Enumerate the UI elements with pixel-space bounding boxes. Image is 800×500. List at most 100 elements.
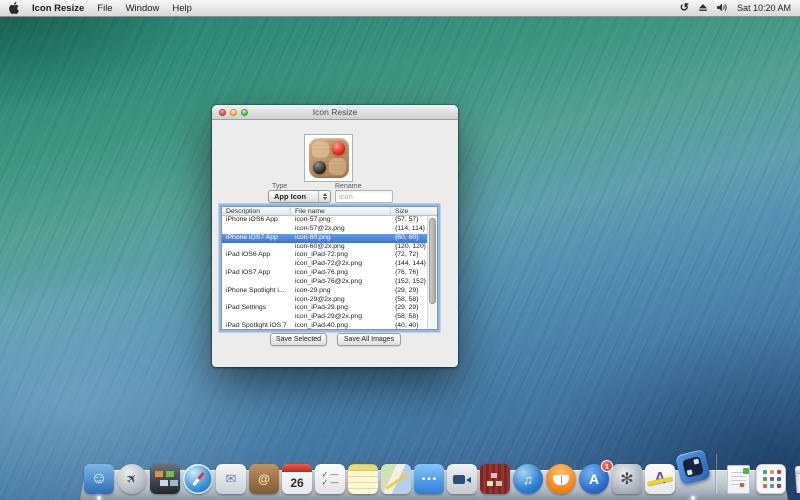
- row-filename: icon-60@2x.png: [291, 243, 391, 252]
- documents-stack-dock-icon[interactable]: [723, 464, 753, 494]
- contacts-dock-icon[interactable]: @: [249, 464, 279, 494]
- app-store-dock-icon[interactable]: A1: [579, 464, 609, 494]
- zoom-button[interactable]: [241, 109, 248, 116]
- messages-dock-icon[interactable]: …: [414, 464, 444, 494]
- row-filename: icon_iPad-72.png: [291, 251, 391, 260]
- table-row[interactable]: icon_iPad-76@2x.png{152, 152}: [222, 278, 427, 287]
- facetime-dock-icon[interactable]: [447, 464, 477, 494]
- menu-help[interactable]: Help: [172, 3, 192, 14]
- row-description: iPhone iOS7 App: [222, 234, 291, 243]
- mail-glyph: ✉: [216, 464, 246, 494]
- volume-icon[interactable]: [717, 3, 728, 14]
- file-table-body: iPhone iOS6 Appicon-57.png{57, 57}icon-5…: [222, 216, 427, 329]
- launchpad-glyph: ✈: [111, 458, 153, 500]
- icon-resize-dock-icon[interactable]: [678, 464, 708, 494]
- notes-dock-icon[interactable]: [348, 464, 378, 494]
- checkers-app-icon-preview: [309, 138, 349, 178]
- column-header-filename[interactable]: File name: [291, 207, 391, 216]
- row-description: iPad iOS6 App: [222, 251, 291, 260]
- table-row[interactable]: iPhone iOS6 Appicon-57.png{57, 57}: [222, 216, 427, 225]
- itunes-dock-icon[interactable]: ♫: [513, 464, 543, 494]
- red-checker-piece: [332, 142, 345, 155]
- close-button[interactable]: [219, 109, 226, 116]
- time-machine-icon[interactable]: ↺: [680, 3, 689, 13]
- dock: ☺✈ ✉@26✓ — ✓ — … ♫ A1✻A: [84, 454, 800, 494]
- ibooks-glyph: [546, 464, 576, 494]
- mail-dock-icon[interactable]: ✉: [216, 464, 246, 494]
- table-row[interactable]: iPad Settingsicon_iPad-29.png{29, 29}: [222, 304, 427, 313]
- menu-bar-status: ↺ Sat 10:20 AM: [680, 3, 791, 14]
- column-header-description[interactable]: Description: [222, 207, 291, 216]
- rename-input[interactable]: [335, 190, 393, 203]
- row-filename: icon-60.png: [291, 234, 391, 243]
- reminders-dock-icon[interactable]: ✓ — ✓ —: [315, 464, 345, 494]
- row-description: [222, 278, 291, 287]
- photo-booth-dock-icon[interactable]: [480, 464, 510, 494]
- menu-bar-clock[interactable]: Sat 10:20 AM: [737, 3, 791, 13]
- documents-stack-glyph: [723, 464, 753, 494]
- type-label: Type: [272, 183, 287, 190]
- row-filename: icon_iPad-29@2x.png: [291, 313, 391, 322]
- ibooks-dock-icon[interactable]: [546, 464, 576, 494]
- facetime-glyph: [447, 464, 477, 494]
- row-filename: icon_iPad-29.png: [291, 304, 391, 313]
- applications-stack-dock-icon[interactable]: [756, 464, 786, 494]
- save-selected-button[interactable]: Save Selected: [270, 333, 327, 346]
- table-row[interactable]: icon_iPad-72@2x.png{144, 144}: [222, 260, 427, 269]
- app-menu-title[interactable]: Icon Resize: [32, 3, 84, 14]
- row-filename: icon-29.png: [291, 287, 391, 296]
- rename-label: Rename: [335, 183, 361, 190]
- black-checker-piece: [313, 161, 326, 174]
- table-row[interactable]: iPhone Spotlight i...icon-29.png{29, 29}: [222, 287, 427, 296]
- window-controls: [219, 109, 248, 116]
- row-filename: icon_iPad-40.png: [291, 322, 391, 330]
- window-title-bar[interactable]: Icon Resize: [212, 105, 458, 120]
- row-description: iPhone iOS6 App: [222, 216, 291, 225]
- photo-booth-glyph: [480, 464, 510, 494]
- table-row[interactable]: iPad iOS7 Appicon_iPad-76.png{76, 76}: [222, 269, 427, 278]
- row-description: [222, 296, 291, 305]
- system-preferences-dock-icon[interactable]: ✻: [612, 464, 642, 494]
- row-description: iPad Spotlight iOS 7: [222, 322, 291, 330]
- row-filename: icon-57.png: [291, 216, 391, 225]
- row-description: [222, 243, 291, 252]
- app-store-badge: 1: [601, 460, 613, 472]
- table-row[interactable]: iPad iOS6 Appicon_iPad-72.png{72, 72}: [222, 251, 427, 260]
- type-popup-value: App Icon: [274, 192, 306, 201]
- menu-bar-left: Icon Resize File Window Help: [9, 2, 192, 14]
- scrollbar-thumb[interactable]: [429, 218, 436, 304]
- minimize-button[interactable]: [230, 109, 237, 116]
- table-row[interactable]: icon-60@2x.png{120, 120}: [222, 243, 427, 252]
- trash-dock-icon[interactable]: [789, 464, 800, 494]
- mission-control-dock-icon[interactable]: [150, 464, 180, 494]
- menu-window[interactable]: Window: [126, 3, 160, 14]
- table-row[interactable]: iPhone iOS7 Appicon-60.png{60, 60}: [222, 234, 427, 243]
- eject-icon[interactable]: [698, 3, 708, 14]
- dock-separator: [715, 454, 716, 494]
- launchpad-dock-icon[interactable]: ✈: [117, 464, 147, 494]
- table-row[interactable]: icon-29@2x.png{58, 58}: [222, 296, 427, 305]
- messages-glyph: …: [414, 464, 444, 494]
- icon-resize-glyph: [675, 449, 711, 485]
- table-row[interactable]: icon-57@2x.png{114, 114}: [222, 225, 427, 234]
- row-description: iPad Settings: [222, 304, 291, 313]
- safari-dock-icon[interactable]: [183, 464, 213, 494]
- menu-file[interactable]: File: [97, 3, 112, 14]
- save-all-images-button[interactable]: Save All Images: [337, 333, 401, 346]
- table-scrollbar[interactable]: [427, 216, 437, 329]
- row-filename: icon-29@2x.png: [291, 296, 391, 305]
- table-row[interactable]: iPad Spotlight iOS 7icon_iPad-40.png{40,…: [222, 322, 427, 330]
- table-row[interactable]: icon_iPad-29@2x.png{58, 58}: [222, 313, 427, 322]
- finder-dock-icon[interactable]: ☺: [84, 464, 114, 494]
- column-header-size[interactable]: Size: [391, 207, 438, 216]
- type-popup-button[interactable]: App Icon: [268, 190, 331, 203]
- row-description: iPad iOS7 App: [222, 269, 291, 278]
- window-title: Icon Resize: [313, 107, 357, 117]
- apple-menu-icon[interactable]: [9, 2, 19, 14]
- calendar-dock-icon[interactable]: 26: [282, 464, 312, 494]
- safari-glyph: [183, 464, 213, 494]
- maps-dock-icon[interactable]: [381, 464, 411, 494]
- letter-a-app-dock-icon[interactable]: A: [645, 464, 675, 494]
- system-preferences-glyph: ✻: [612, 464, 642, 494]
- mission-control-glyph: [150, 464, 180, 494]
